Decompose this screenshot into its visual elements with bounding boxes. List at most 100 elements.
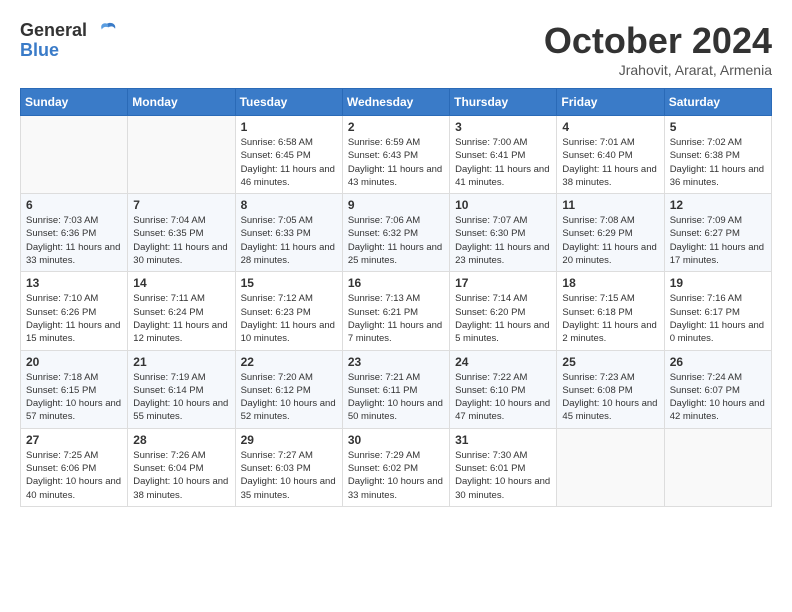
day-info: Sunrise: 7:00 AM Sunset: 6:41 PM Dayligh… — [455, 136, 551, 189]
calendar-day-cell: 22 Sunrise: 7:20 AM Sunset: 6:12 PM Dayli… — [235, 350, 342, 428]
day-info: Sunrise: 7:19 AM Sunset: 6:14 PM Dayligh… — [133, 371, 229, 424]
day-info: Sunrise: 7:25 AM Sunset: 6:06 PM Dayligh… — [26, 449, 122, 502]
day-number: 12 — [670, 198, 766, 212]
day-info: Sunrise: 6:58 AM Sunset: 6:45 PM Dayligh… — [241, 136, 337, 189]
calendar-week-row: 13 Sunrise: 7:10 AM Sunset: 6:26 PM Dayli… — [21, 272, 772, 350]
day-info: Sunrise: 7:01 AM Sunset: 6:40 PM Dayligh… — [562, 136, 658, 189]
calendar-week-row: 6 Sunrise: 7:03 AM Sunset: 6:36 PM Daylig… — [21, 194, 772, 272]
day-info: Sunrise: 7:30 AM Sunset: 6:01 PM Dayligh… — [455, 449, 551, 502]
day-info: Sunrise: 7:20 AM Sunset: 6:12 PM Dayligh… — [241, 371, 337, 424]
day-info: Sunrise: 7:27 AM Sunset: 6:03 PM Dayligh… — [241, 449, 337, 502]
calendar-day-cell: 16Sunrise: 7:13 AM Sunset: 6:21 PM Dayli… — [342, 272, 449, 350]
calendar-day-cell: 5 Sunrise: 7:02 AM Sunset: 6:38 PM Daylig… — [664, 116, 771, 194]
day-info: Sunrise: 7:04 AM Sunset: 6:35 PM Dayligh… — [133, 214, 229, 267]
weekday-header-cell: Wednesday — [342, 89, 449, 116]
calendar-day-cell: 25 Sunrise: 7:23 AM Sunset: 6:08 PM Dayli… — [557, 350, 664, 428]
day-number: 25 — [562, 355, 658, 369]
calendar-day-cell: 28Sunrise: 7:26 AM Sunset: 6:04 PM Dayli… — [128, 428, 235, 506]
day-number: 6 — [26, 198, 122, 212]
day-number: 26 — [670, 355, 766, 369]
calendar-day-cell: 20Sunrise: 7:18 AM Sunset: 6:15 PM Dayli… — [21, 350, 128, 428]
calendar-day-cell: 29 Sunrise: 7:27 AM Sunset: 6:03 PM Dayli… — [235, 428, 342, 506]
day-info: Sunrise: 7:13 AM Sunset: 6:21 PM Dayligh… — [348, 292, 444, 345]
day-info: Sunrise: 7:23 AM Sunset: 6:08 PM Dayligh… — [562, 371, 658, 424]
calendar-week-row: 20Sunrise: 7:18 AM Sunset: 6:15 PM Dayli… — [21, 350, 772, 428]
day-number: 11 — [562, 198, 658, 212]
day-info: Sunrise: 7:29 AM Sunset: 6:02 PM Dayligh… — [348, 449, 444, 502]
calendar-day-cell: 10 Sunrise: 7:07 AM Sunset: 6:30 PM Dayli… — [450, 194, 557, 272]
calendar-day-cell — [128, 116, 235, 194]
calendar-day-cell: 8Sunrise: 7:05 AM Sunset: 6:33 PM Daylig… — [235, 194, 342, 272]
day-info: Sunrise: 7:14 AM Sunset: 6:20 PM Dayligh… — [455, 292, 551, 345]
calendar-day-cell: 2 Sunrise: 6:59 AM Sunset: 6:43 PM Daylig… — [342, 116, 449, 194]
calendar-day-cell: 19 Sunrise: 7:16 AM Sunset: 6:17 PM Dayli… — [664, 272, 771, 350]
day-info: Sunrise: 7:02 AM Sunset: 6:38 PM Dayligh… — [670, 136, 766, 189]
day-number: 5 — [670, 120, 766, 134]
weekday-header-cell: Monday — [128, 89, 235, 116]
weekday-header-cell: Sunday — [21, 89, 128, 116]
calendar-day-cell: 15Sunrise: 7:12 AM Sunset: 6:23 PM Dayli… — [235, 272, 342, 350]
day-info: Sunrise: 7:10 AM Sunset: 6:26 PM Dayligh… — [26, 292, 122, 345]
day-info: Sunrise: 7:11 AM Sunset: 6:24 PM Dayligh… — [133, 292, 229, 345]
day-number: 28 — [133, 433, 229, 447]
day-number: 7 — [133, 198, 229, 212]
calendar-day-cell: 31 Sunrise: 7:30 AM Sunset: 6:01 PM Dayli… — [450, 428, 557, 506]
location-subtitle: Jrahovit, Ararat, Armenia — [544, 62, 772, 78]
calendar-day-cell — [557, 428, 664, 506]
day-info: Sunrise: 7:06 AM Sunset: 6:32 PM Dayligh… — [348, 214, 444, 267]
calendar-day-cell: 17 Sunrise: 7:14 AM Sunset: 6:20 PM Dayli… — [450, 272, 557, 350]
calendar-day-cell: 14Sunrise: 7:11 AM Sunset: 6:24 PM Dayli… — [128, 272, 235, 350]
day-info: Sunrise: 7:16 AM Sunset: 6:17 PM Dayligh… — [670, 292, 766, 345]
title-section: October 2024 Jrahovit, Ararat, Armenia — [544, 20, 772, 78]
day-number: 29 — [241, 433, 337, 447]
day-info: Sunrise: 7:24 AM Sunset: 6:07 PM Dayligh… — [670, 371, 766, 424]
day-info: Sunrise: 7:18 AM Sunset: 6:15 PM Dayligh… — [26, 371, 122, 424]
calendar-day-cell: 24Sunrise: 7:22 AM Sunset: 6:10 PM Dayli… — [450, 350, 557, 428]
day-number: 27 — [26, 433, 122, 447]
day-number: 2 — [348, 120, 444, 134]
calendar-day-cell: 12 Sunrise: 7:09 AM Sunset: 6:27 PM Dayli… — [664, 194, 771, 272]
calendar-day-cell — [21, 116, 128, 194]
day-number: 30 — [348, 433, 444, 447]
calendar-day-cell — [664, 428, 771, 506]
day-number: 15 — [241, 276, 337, 290]
day-number: 3 — [455, 120, 551, 134]
calendar-day-cell: 7 Sunrise: 7:04 AM Sunset: 6:35 PM Daylig… — [128, 194, 235, 272]
calendar-day-cell: 4 Sunrise: 7:01 AM Sunset: 6:40 PM Daylig… — [557, 116, 664, 194]
calendar-day-cell: 27 Sunrise: 7:25 AM Sunset: 6:06 PM Dayli… — [21, 428, 128, 506]
day-number: 31 — [455, 433, 551, 447]
logo-line2: Blue — [20, 40, 59, 60]
calendar-day-cell: 30 Sunrise: 7:29 AM Sunset: 6:02 PM Dayli… — [342, 428, 449, 506]
calendar-week-row: 1 Sunrise: 6:58 AM Sunset: 6:45 PM Daylig… — [21, 116, 772, 194]
calendar-day-cell: 23Sunrise: 7:21 AM Sunset: 6:11 PM Dayli… — [342, 350, 449, 428]
day-number: 1 — [241, 120, 337, 134]
weekday-header-cell: Friday — [557, 89, 664, 116]
day-info: Sunrise: 6:59 AM Sunset: 6:43 PM Dayligh… — [348, 136, 444, 189]
weekday-header-row: SundayMondayTuesdayWednesdayThursdayFrid… — [21, 89, 772, 116]
calendar-day-cell: 1 Sunrise: 6:58 AM Sunset: 6:45 PM Daylig… — [235, 116, 342, 194]
calendar-day-cell: 3 Sunrise: 7:00 AM Sunset: 6:41 PM Daylig… — [450, 116, 557, 194]
month-title: October 2024 — [544, 20, 772, 62]
calendar-day-cell: 11 Sunrise: 7:08 AM Sunset: 6:29 PM Dayli… — [557, 194, 664, 272]
header: General Blue October 2024 Jrahovit, Arar… — [20, 20, 772, 78]
day-info: Sunrise: 7:03 AM Sunset: 6:36 PM Dayligh… — [26, 214, 122, 267]
logo-bird-icon — [96, 20, 118, 42]
day-info: Sunrise: 7:09 AM Sunset: 6:27 PM Dayligh… — [670, 214, 766, 267]
day-number: 4 — [562, 120, 658, 134]
day-number: 18 — [562, 276, 658, 290]
weekday-header-cell: Saturday — [664, 89, 771, 116]
logo: General Blue — [20, 20, 118, 62]
day-number: 17 — [455, 276, 551, 290]
day-number: 19 — [670, 276, 766, 290]
day-number: 22 — [241, 355, 337, 369]
day-info: Sunrise: 7:08 AM Sunset: 6:29 PM Dayligh… — [562, 214, 658, 267]
day-number: 13 — [26, 276, 122, 290]
day-number: 8 — [241, 198, 337, 212]
day-info: Sunrise: 7:22 AM Sunset: 6:10 PM Dayligh… — [455, 371, 551, 424]
day-number: 10 — [455, 198, 551, 212]
calendar-day-cell: 26 Sunrise: 7:24 AM Sunset: 6:07 PM Dayli… — [664, 350, 771, 428]
calendar-week-row: 27 Sunrise: 7:25 AM Sunset: 6:06 PM Dayli… — [21, 428, 772, 506]
day-number: 9 — [348, 198, 444, 212]
calendar-day-cell: 18Sunrise: 7:15 AM Sunset: 6:18 PM Dayli… — [557, 272, 664, 350]
day-info: Sunrise: 7:07 AM Sunset: 6:30 PM Dayligh… — [455, 214, 551, 267]
